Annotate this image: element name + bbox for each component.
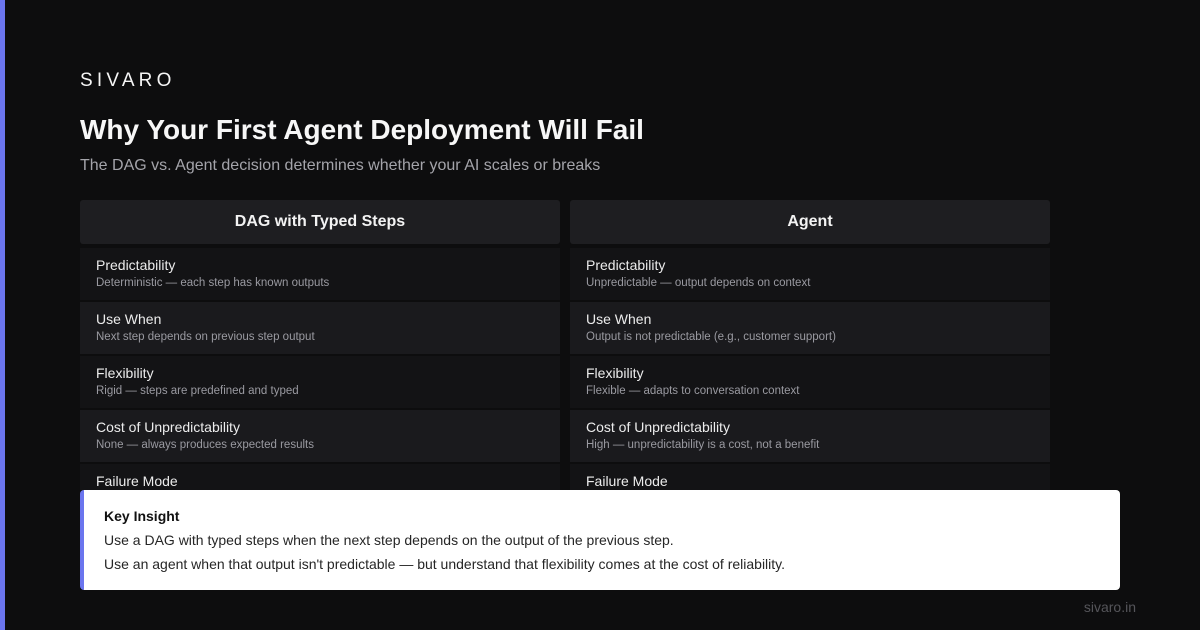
row-label: Flexibility	[96, 365, 154, 381]
insight-title: Key Insight	[104, 508, 180, 524]
comparison-row: Use When Next step depends on previous s…	[80, 302, 560, 354]
page-title: Why Your First Agent Deployment Will Fai…	[80, 114, 644, 145]
row-description: Rigid — steps are predefined and typed	[96, 385, 299, 397]
row-label: Predictability	[96, 257, 176, 273]
accent-rail	[0, 0, 5, 630]
dag-column: DAG with Typed Steps Predictability Dete…	[80, 200, 560, 518]
row-label: Use When	[586, 311, 652, 327]
row-label: Use When	[96, 311, 162, 327]
comparison-row: Use When Output is not predictable (e.g.…	[570, 302, 1050, 354]
site-url: sivaro.in	[1083, 599, 1136, 615]
row-description: High — unpredictability is a cost, not a…	[586, 439, 820, 451]
row-description: Output is not predictable (e.g., custome…	[586, 331, 836, 343]
column-header-agent: Agent	[570, 200, 1050, 244]
row-label: Failure Mode	[586, 473, 668, 489]
row-label: Flexibility	[586, 365, 644, 381]
comparison-row: Flexibility Flexible — adapts to convers…	[570, 356, 1050, 408]
row-label: Cost of Unpredictability	[96, 419, 240, 435]
row-description: Unpredictable — output depends on contex…	[586, 277, 811, 289]
key-insight-card: Key Insight Use a DAG with typed steps w…	[80, 490, 1120, 590]
row-label: Failure Mode	[96, 473, 178, 489]
row-label: Predictability	[586, 257, 666, 273]
column-header-dag: DAG with Typed Steps	[80, 200, 560, 244]
comparison-row: Cost of Unpredictability High — unpredic…	[570, 410, 1050, 462]
page-subtitle: The DAG vs. Agent decision determines wh…	[80, 157, 601, 174]
insight-line-2: Use an agent when that output isn't pred…	[104, 556, 786, 572]
row-description: Deterministic — each step has known outp…	[96, 277, 330, 289]
comparison-row: Predictability Unpredictable — output de…	[570, 248, 1050, 300]
row-description: Next step depends on previous step outpu…	[96, 331, 315, 343]
row-description: None — always produces expected results	[96, 439, 314, 451]
brand-logo: SIVARO	[80, 70, 176, 91]
row-label: Cost of Unpredictability	[586, 419, 730, 435]
insight-line-1: Use a DAG with typed steps when the next…	[104, 532, 674, 548]
comparison-row: Flexibility Rigid — steps are predefined…	[80, 356, 560, 408]
row-description: Flexible — adapts to conversation contex…	[586, 385, 800, 397]
agent-column: Agent Predictability Unpredictable — out…	[570, 200, 1050, 518]
comparison-row: Cost of Unpredictability None — always p…	[80, 410, 560, 462]
comparison-row: Predictability Deterministic — each step…	[80, 248, 560, 300]
